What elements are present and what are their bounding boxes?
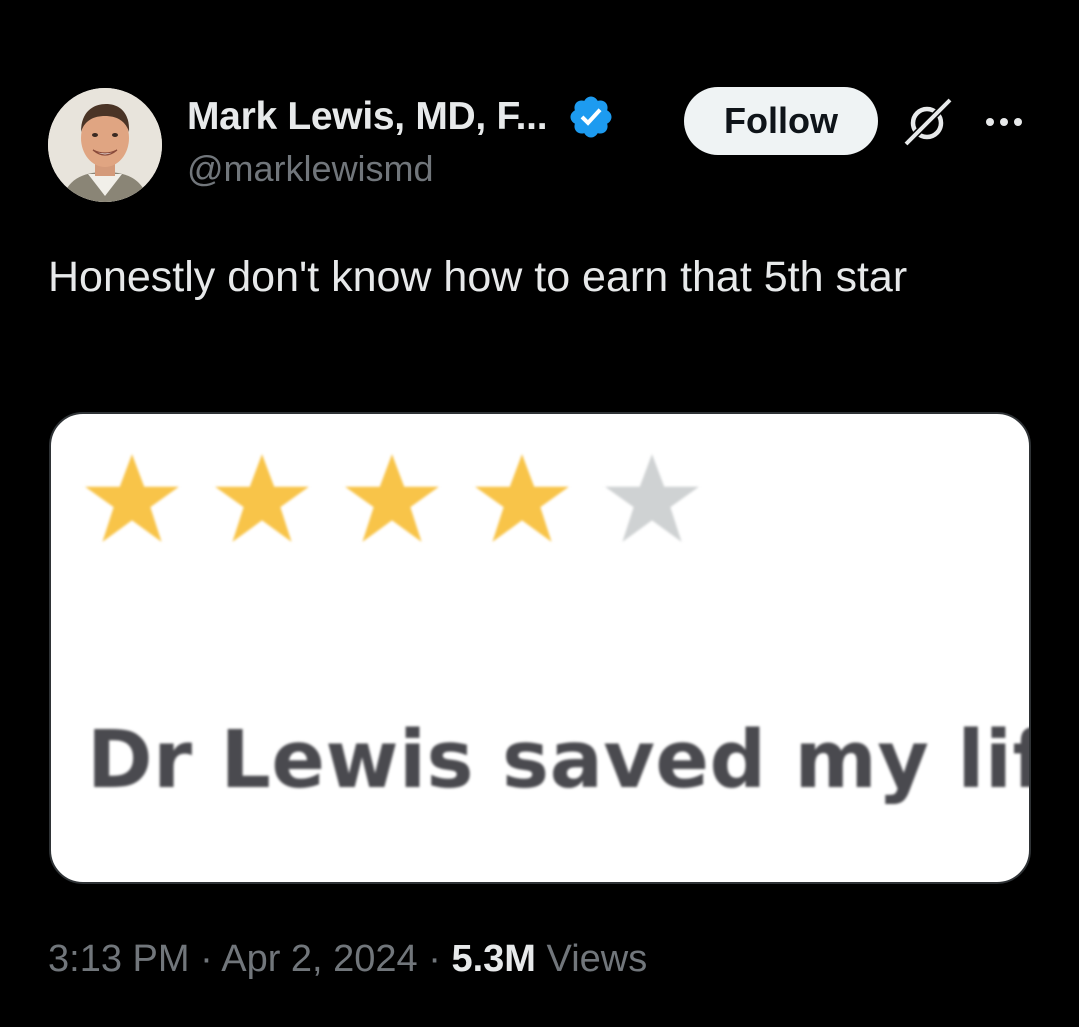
tweet-media-image[interactable]: Dr Lewis saved my life! bbox=[49, 412, 1031, 884]
avatar[interactable] bbox=[48, 88, 162, 202]
views-label: Views bbox=[546, 938, 648, 980]
author-name-row: Mark Lewis, MD, F... bbox=[187, 92, 615, 142]
follow-button[interactable]: Follow bbox=[684, 87, 878, 155]
author-handle[interactable]: @marklewismd bbox=[187, 148, 434, 190]
star-filled-icon bbox=[345, 454, 439, 542]
meta-separator: · bbox=[428, 938, 441, 980]
tweet-time[interactable]: 3:13 PM bbox=[48, 938, 190, 980]
tweet-date[interactable]: Apr 2, 2024 bbox=[221, 938, 417, 980]
profile-photo-icon bbox=[48, 88, 162, 202]
tweet-meta: 3:13 PM · Apr 2, 2024 · 5.3M Views bbox=[48, 938, 647, 981]
star-rating bbox=[81, 448, 703, 550]
star-filled-icon bbox=[475, 454, 569, 542]
author-display-name[interactable]: Mark Lewis, MD, F... bbox=[187, 95, 548, 139]
star-filled-icon bbox=[215, 454, 309, 542]
meta-separator: · bbox=[200, 938, 213, 980]
grok-icon[interactable] bbox=[900, 94, 956, 150]
more-dots-icon[interactable] bbox=[980, 104, 1028, 140]
verified-badge-icon[interactable] bbox=[567, 93, 615, 141]
star-empty-icon bbox=[605, 454, 699, 542]
views-count[interactable]: 5.3M bbox=[451, 938, 535, 980]
tweet-text: Honestly don't know how to earn that 5th… bbox=[48, 253, 908, 301]
review-text: Dr Lewis saved my life! bbox=[87, 714, 1029, 806]
star-filled-icon bbox=[85, 454, 179, 542]
tweet: Mark Lewis, MD, F... @marklewismd Follow… bbox=[0, 0, 1079, 1027]
